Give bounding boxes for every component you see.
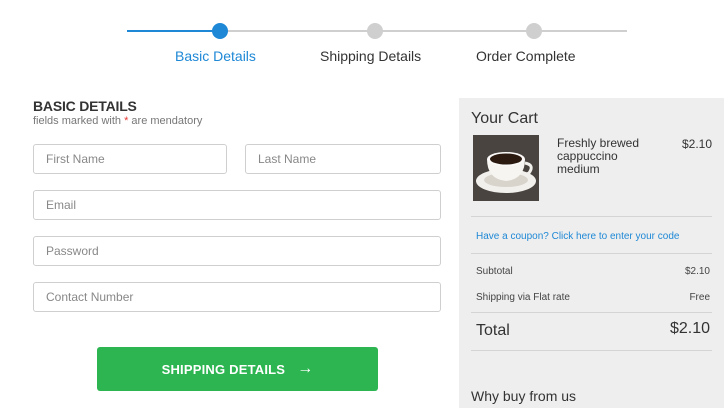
- divider: [471, 253, 712, 254]
- shipping-label: Shipping via Flat rate: [476, 292, 570, 303]
- form-title: BASIC DETAILS: [33, 98, 137, 114]
- stepper-track-line: [220, 30, 627, 32]
- divider: [471, 350, 712, 351]
- step-dot-shipping-details[interactable]: [367, 23, 383, 39]
- arrow-right-icon: →: [297, 360, 314, 377]
- checkout-stepper: Basic Details Shipping Details Order Com…: [0, 0, 724, 80]
- cart-item-name: Freshly brewed cappuccino medium: [557, 136, 640, 176]
- form-subtitle-text: fields marked with: [33, 115, 125, 127]
- first-name-input[interactable]: [33, 144, 227, 174]
- cart-panel: Your Cart Freshly brewed cappuccino medi…: [459, 98, 724, 408]
- step-dot-order-complete[interactable]: [526, 23, 542, 39]
- password-input[interactable]: [33, 236, 441, 266]
- subtotal-label: Subtotal: [476, 266, 513, 277]
- form-subtitle-text-end: are mendatory: [128, 115, 203, 127]
- email-input[interactable]: [33, 190, 441, 220]
- shipping-details-button-label: SHIPPING DETAILS: [161, 361, 286, 377]
- subtotal-value: $2.10: [684, 266, 710, 277]
- coupon-link[interactable]: Have a coupon? Click here to enter your …: [476, 231, 679, 242]
- shipping-value: Free: [689, 292, 710, 303]
- divider: [471, 312, 712, 313]
- step-label-order-complete[interactable]: Order Complete: [476, 48, 576, 64]
- form-subtitle: fields marked with * are mendatory: [33, 115, 202, 127]
- cart-title: Your Cart: [471, 110, 538, 127]
- step-label-shipping-details[interactable]: Shipping Details: [320, 48, 421, 64]
- step-dot-basic-details[interactable]: [212, 23, 228, 39]
- stepper-progress-line: [127, 30, 220, 32]
- contact-number-input[interactable]: [33, 282, 441, 312]
- coffee-cup-image: [473, 135, 539, 201]
- total-label: Total: [476, 322, 510, 339]
- total-value: $2.10: [669, 320, 710, 337]
- why-buy-heading: Why buy from us: [471, 388, 577, 404]
- cart-item-price: $2.10: [681, 137, 712, 151]
- shipping-details-button[interactable]: SHIPPING DETAILS →: [97, 347, 378, 391]
- step-label-basic-details[interactable]: Basic Details: [175, 48, 256, 64]
- divider: [471, 216, 712, 217]
- last-name-input[interactable]: [245, 144, 441, 174]
